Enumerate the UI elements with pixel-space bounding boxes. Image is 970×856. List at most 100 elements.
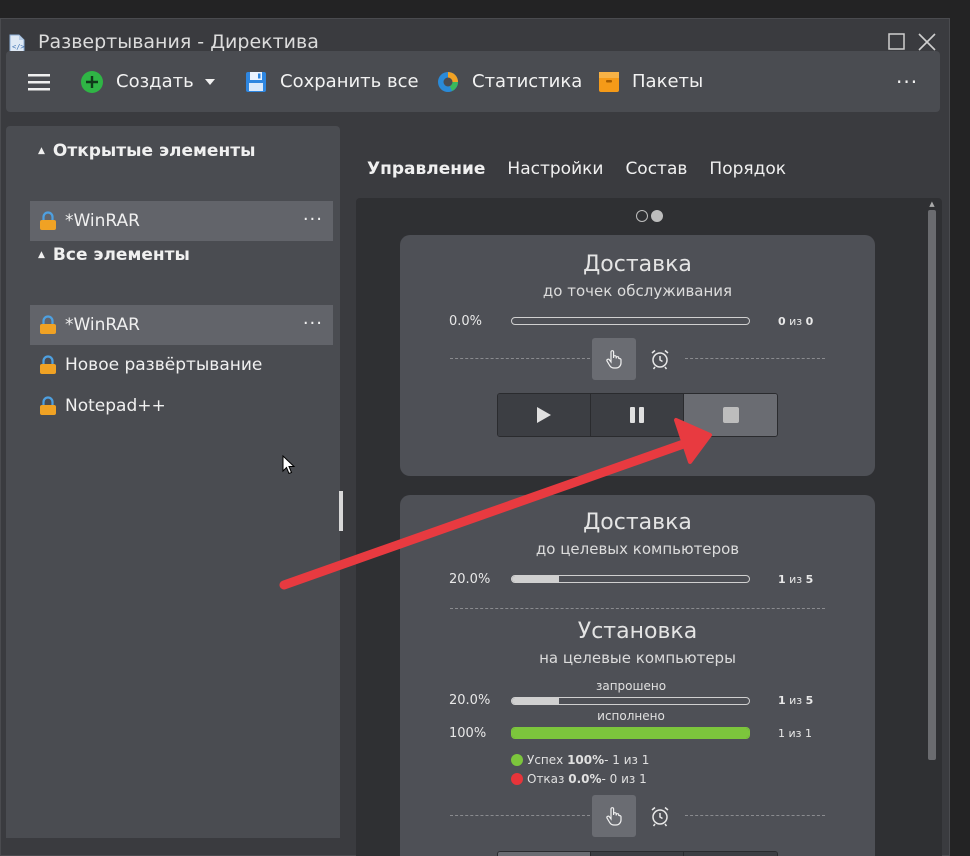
manual-start-button[interactable]: [592, 795, 636, 837]
count-separator: из: [789, 694, 803, 707]
play-button[interactable]: [498, 852, 591, 856]
stop-icon: [722, 407, 739, 423]
success-label: Успех: [527, 753, 564, 767]
open-items-header[interactable]: ▲ Открытые элементы: [38, 141, 255, 161]
all-item-winrar[interactable]: *WinRAR ···: [30, 305, 333, 345]
collapse-triangle-icon: ▲: [38, 250, 45, 260]
requested-label: запрошено: [595, 679, 667, 693]
divider: [450, 358, 590, 359]
progress-bar: [511, 317, 750, 325]
stop-button[interactable]: [684, 852, 777, 856]
all-item-label: *WinRAR: [65, 315, 140, 335]
install-subtitle: на целевые компьютеры: [539, 649, 736, 667]
save-all-button[interactable]: Сохранить все: [244, 51, 419, 112]
caret-down-icon: [204, 78, 215, 85]
divider: [685, 815, 825, 816]
packages-label: Пакеты: [632, 71, 704, 92]
card-title: Доставка: [583, 510, 692, 535]
success-count: - 1 из 1: [604, 753, 650, 767]
progress-count: 0 из 0: [778, 315, 813, 328]
scroll-up-icon[interactable]: ▲: [928, 200, 936, 208]
success-percent: 100%: [567, 753, 605, 767]
lock-icon: [40, 211, 56, 230]
hamburger-icon: [28, 73, 50, 90]
delivery-service-points-card: Доставка до точек обслуживания 0.0% 0 из…: [400, 235, 875, 476]
delivery-targets-card: Доставка до целевых компьютеров 20.0% 1 …: [400, 495, 875, 856]
toolbar-more-button[interactable]: ···: [896, 51, 918, 112]
tab-order[interactable]: Порядок: [709, 159, 786, 179]
tab-settings[interactable]: Настройки: [507, 159, 603, 179]
count-separator: из: [788, 727, 802, 740]
maximize-icon[interactable]: [887, 32, 907, 52]
page-dot[interactable]: [636, 210, 648, 222]
mouse-cursor-icon: [282, 455, 296, 475]
hand-pointer-icon: [606, 350, 622, 369]
sidebar: ▲ Открытые элементы *WinRAR ··· ▲ Все эл…: [6, 126, 340, 838]
tab-management[interactable]: Управление: [367, 159, 485, 179]
stop-button[interactable]: [684, 394, 777, 436]
tab-composition[interactable]: Состав: [625, 159, 687, 179]
fail-label: Отказ: [527, 772, 565, 786]
lock-icon: [40, 396, 56, 415]
page-dot-active[interactable]: [651, 210, 663, 222]
alarm-clock-icon[interactable]: [649, 805, 671, 827]
toolbar: Создать Сохранить все Статистика Пакеты …: [6, 51, 940, 112]
playback-controls: [497, 851, 778, 856]
open-item-winrar[interactable]: *WinRAR ···: [30, 201, 333, 241]
pause-button[interactable]: [591, 394, 684, 436]
packages-button[interactable]: Пакеты: [598, 51, 703, 112]
page-indicator: [636, 210, 663, 222]
progress-percent: 0.0%: [449, 314, 483, 329]
requested-count: 1 из 5: [778, 694, 813, 707]
open-items-header-label: Открытые элементы: [52, 141, 256, 161]
statistics-button[interactable]: Статистика: [436, 51, 582, 112]
scrollbar[interactable]: [928, 210, 936, 760]
playback-controls: [497, 393, 778, 437]
collapse-triangle-icon: ▲: [38, 146, 45, 156]
window-title: Развертывания - Директива: [38, 31, 319, 53]
count-done: 0: [778, 315, 786, 328]
tab-bar: Управление Настройки Состав Порядок: [367, 159, 808, 179]
pause-button[interactable]: [591, 852, 684, 856]
divider: [685, 358, 825, 359]
play-button[interactable]: [498, 394, 591, 436]
panel-splitter[interactable]: [339, 491, 343, 531]
count-done: 1: [778, 727, 785, 740]
package-icon: [599, 71, 619, 92]
install-title: Установка: [577, 619, 698, 644]
close-icon[interactable]: [917, 32, 937, 52]
manual-start-button[interactable]: [592, 338, 636, 380]
divider: [450, 608, 825, 609]
create-button[interactable]: Создать: [80, 51, 216, 112]
card-subtitle: до целевых компьютеров: [535, 540, 740, 558]
progress-count: 1 из 5: [778, 573, 813, 586]
fail-legend: Отказ 0.0% - 0 из 1: [511, 772, 647, 786]
item-more-button[interactable]: ···: [303, 313, 323, 334]
success-dot: [511, 754, 523, 766]
all-item-new-deployment[interactable]: Новое развёртывание: [30, 345, 333, 385]
all-items-header[interactable]: ▲ Все элементы: [38, 245, 190, 265]
requested-progress-bar: [511, 697, 750, 705]
executed-label: исполнено: [597, 709, 665, 723]
play-icon: [537, 407, 551, 423]
fail-dot: [511, 773, 523, 785]
card-title: Доставка: [583, 252, 692, 277]
all-item-label: Новое развёртывание: [65, 355, 263, 375]
add-circle-icon: [81, 70, 103, 93]
menu-button[interactable]: [28, 51, 62, 112]
floppy-disk-icon: [246, 71, 266, 92]
count-total: 0: [805, 315, 814, 328]
count-done: 1: [778, 573, 786, 586]
count-separator: из: [789, 315, 803, 328]
item-more-button[interactable]: ···: [303, 209, 323, 230]
create-label: Создать: [116, 71, 194, 92]
executed-percent: 100%: [449, 726, 487, 741]
save-all-label: Сохранить все: [280, 71, 419, 92]
count-total: 5: [805, 573, 814, 586]
all-item-notepad[interactable]: Notepad++: [30, 386, 333, 426]
all-item-label: Notepad++: [65, 396, 166, 416]
hand-pointer-icon: [606, 807, 622, 826]
alarm-clock-icon[interactable]: [649, 348, 671, 370]
pie-chart-icon: [438, 71, 458, 92]
count-separator: из: [789, 573, 803, 586]
